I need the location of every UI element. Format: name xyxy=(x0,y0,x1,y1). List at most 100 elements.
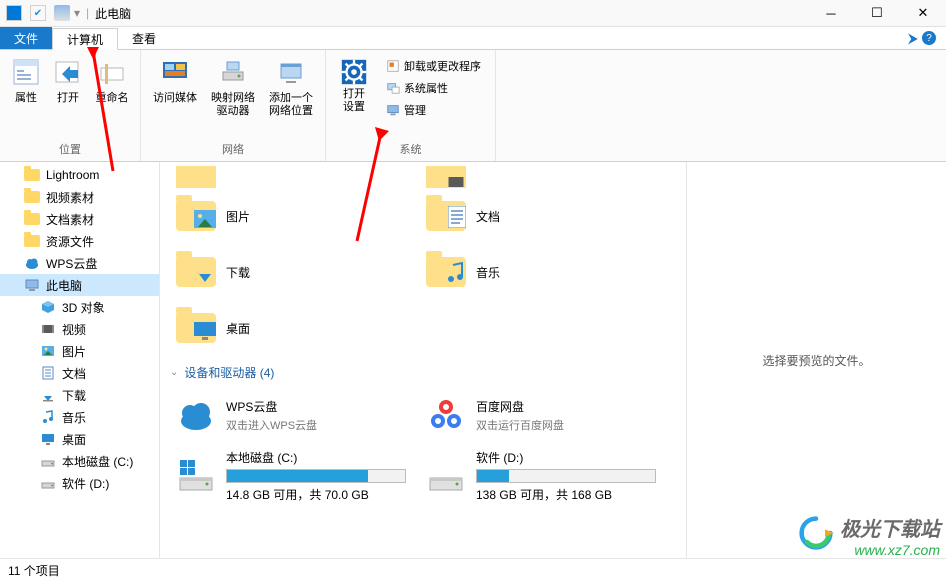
manage-label: 管理 xyxy=(404,102,426,118)
cloud-sub: 双击进入WPS云盘 xyxy=(226,417,317,433)
group-location-label: 位置 xyxy=(59,139,81,159)
manage-button[interactable]: 管理 xyxy=(382,100,485,120)
preview-empty-text: 选择要预览的文件。 xyxy=(762,352,870,369)
list-item[interactable] xyxy=(170,166,420,188)
ribbon-group-system: 打开 设置 卸载或更改程序 系统属性 管理 系统 xyxy=(326,50,496,161)
tab-computer[interactable]: 计算机 xyxy=(52,28,118,50)
window-title: 此电脑 xyxy=(95,5,131,22)
tab-view[interactable]: 查看 xyxy=(118,27,170,49)
category-devices[interactable]: ⌄ 设备和驱动器 (4) xyxy=(170,364,676,381)
help-icon: ? xyxy=(922,31,936,45)
dropdown-indicator[interactable]: ▾ xyxy=(74,6,80,20)
close-button[interactable]: ✕ xyxy=(900,0,946,27)
pc-small-icon xyxy=(54,5,70,21)
content-pane[interactable]: 图片文档下载音乐桌面 ⌄ 设备和驱动器 (4) WPS云盘双击进入WPS云盘百度… xyxy=(160,162,686,558)
folder-name: 下载 xyxy=(226,264,250,281)
drive-icon xyxy=(174,454,218,498)
sidebar-item-folder[interactable]: 视频素材 xyxy=(0,186,159,208)
map-drive-label: 映射网络 驱动器 xyxy=(211,92,255,118)
status-item-count: 11 个项目 xyxy=(8,562,60,579)
sidebar-item-label: 视频 xyxy=(62,321,86,338)
list-item[interactable] xyxy=(420,166,670,188)
settings-gear-icon xyxy=(338,56,370,88)
open-icon xyxy=(52,56,84,88)
folder-item[interactable]: 下载 xyxy=(170,244,420,300)
sidebar-item-label: 下载 xyxy=(62,387,86,404)
sidebar-item-3d[interactable]: 3D 对象 xyxy=(0,296,159,318)
sidebar-item-drive[interactable]: 软件 (D:) xyxy=(0,472,159,494)
sidebar-item-pc[interactable]: 此电脑 xyxy=(0,274,159,296)
sidebar-item-label: 软件 (D:) xyxy=(62,475,109,492)
sidebar-item-label: WPS云盘 xyxy=(46,255,97,272)
drive-item[interactable]: 本地磁盘 (C:) 14.8 GB 可用，共 70.0 GB xyxy=(170,443,420,509)
system-small-list: 卸载或更改程序 系统属性 管理 xyxy=(378,54,489,122)
sidebar-item-label: Lightroom xyxy=(46,168,99,182)
folder-item[interactable]: 音乐 xyxy=(420,244,670,300)
watermark-name: 极光下载站 xyxy=(840,513,940,542)
media-button[interactable]: 访问媒体 xyxy=(147,54,203,107)
cloud-drive-item[interactable]: 百度网盘双击运行百度网盘 xyxy=(420,387,670,443)
navigation-pane[interactable]: Lightroom 视频素材文档素材资源文件 WPS云盘此电脑 3D 对象视频图片文档… xyxy=(0,162,160,558)
system-properties-label: 系统属性 xyxy=(404,80,448,96)
watermark-logo xyxy=(798,515,834,551)
open-settings-button[interactable]: 打开 设置 xyxy=(332,54,376,116)
sidebar-item-label: 图片 xyxy=(62,343,86,360)
sidebar-item-doc[interactable]: 文档 xyxy=(0,362,159,384)
minimize-button[interactable]: ─ xyxy=(808,0,854,27)
sidebar-item-music[interactable]: 音乐 xyxy=(0,406,159,428)
ribbon-help[interactable]: ⮞ ? xyxy=(908,27,946,49)
folder-name: 桌面 xyxy=(226,320,250,337)
add-location-button[interactable]: 添加一个 网络位置 xyxy=(263,54,319,120)
folder-icon xyxy=(424,194,468,238)
folder-name: 文档 xyxy=(476,208,500,225)
folder-item[interactable]: 文档 xyxy=(420,188,670,244)
map-drive-button[interactable]: 映射网络 驱动器 xyxy=(205,54,261,120)
maximize-button[interactable]: ☐ xyxy=(854,0,900,27)
title-bar: ✔ ▾ | 此电脑 ─ ☐ ✕ xyxy=(0,0,946,27)
sidebar-item-picture[interactable]: 图片 xyxy=(0,340,159,362)
cloud-name: WPS云盘 xyxy=(226,398,317,415)
group-system-label: 系统 xyxy=(400,139,422,159)
folder-item[interactable]: 桌面 xyxy=(170,300,420,356)
open-settings-label: 打开 设置 xyxy=(343,88,365,114)
watermark-url: www.xz7.com xyxy=(840,542,940,558)
sidebar-item-desktop[interactable]: 桌面 xyxy=(0,428,159,450)
tab-file[interactable]: 文件 xyxy=(0,27,52,49)
sidebar-item-label: 3D 对象 xyxy=(62,299,105,316)
app-icon xyxy=(6,5,22,21)
cloud-drive-item[interactable]: WPS云盘双击进入WPS云盘 xyxy=(170,387,420,443)
sidebar-item-cloud[interactable]: WPS云盘 xyxy=(0,252,159,274)
drive-name: 本地磁盘 (C:) xyxy=(226,451,297,465)
uninstall-button[interactable]: 卸载或更改程序 xyxy=(382,56,485,76)
folder-icon xyxy=(174,250,218,294)
properties-icon xyxy=(10,56,42,88)
ribbon-group-network: 访问媒体 映射网络 驱动器 添加一个 网络位置 网络 xyxy=(141,50,326,161)
sidebar-item-drive[interactable]: 本地磁盘 (C:) xyxy=(0,450,159,472)
open-label: 打开 xyxy=(57,92,79,105)
sidebar-item-download[interactable]: 下载 xyxy=(0,384,159,406)
system-properties-button[interactable]: 系统属性 xyxy=(382,78,485,98)
folder-name: 图片 xyxy=(226,208,250,225)
open-button[interactable]: 打开 xyxy=(48,54,88,107)
drive-item[interactable]: 软件 (D:)138 GB 可用，共 168 GB xyxy=(420,443,670,509)
sidebar-item-folder[interactable]: Lightroom xyxy=(0,164,159,186)
folder-name: 音乐 xyxy=(476,264,500,281)
sidebar-item-folder[interactable]: 文档素材 xyxy=(0,208,159,230)
properties-button[interactable]: 属性 xyxy=(6,54,46,107)
sidebar-item-folder[interactable]: 资源文件 xyxy=(0,230,159,252)
folder-item[interactable]: 图片 xyxy=(170,188,420,244)
sidebar-item-video[interactable]: 视频 xyxy=(0,318,159,340)
drive-usage-bar xyxy=(476,469,656,483)
drive-icon xyxy=(424,454,468,498)
system-properties-icon xyxy=(386,81,400,95)
sidebar-item-label: 视频素材 xyxy=(46,189,94,206)
rename-button[interactable]: 重命名 xyxy=(90,54,134,107)
drive-free-text: 14.8 GB 可用，共 70.0 GB xyxy=(226,488,369,502)
quick-access-check[interactable]: ✔ xyxy=(30,5,46,21)
media-label: 访问媒体 xyxy=(153,92,197,105)
group-network-label: 网络 xyxy=(222,139,244,159)
sidebar-item-label: 此电脑 xyxy=(46,277,82,294)
map-drive-icon xyxy=(217,56,249,88)
sidebar-item-label: 桌面 xyxy=(62,431,86,448)
watermark: 极光下载站 www.xz7.com xyxy=(840,513,940,558)
